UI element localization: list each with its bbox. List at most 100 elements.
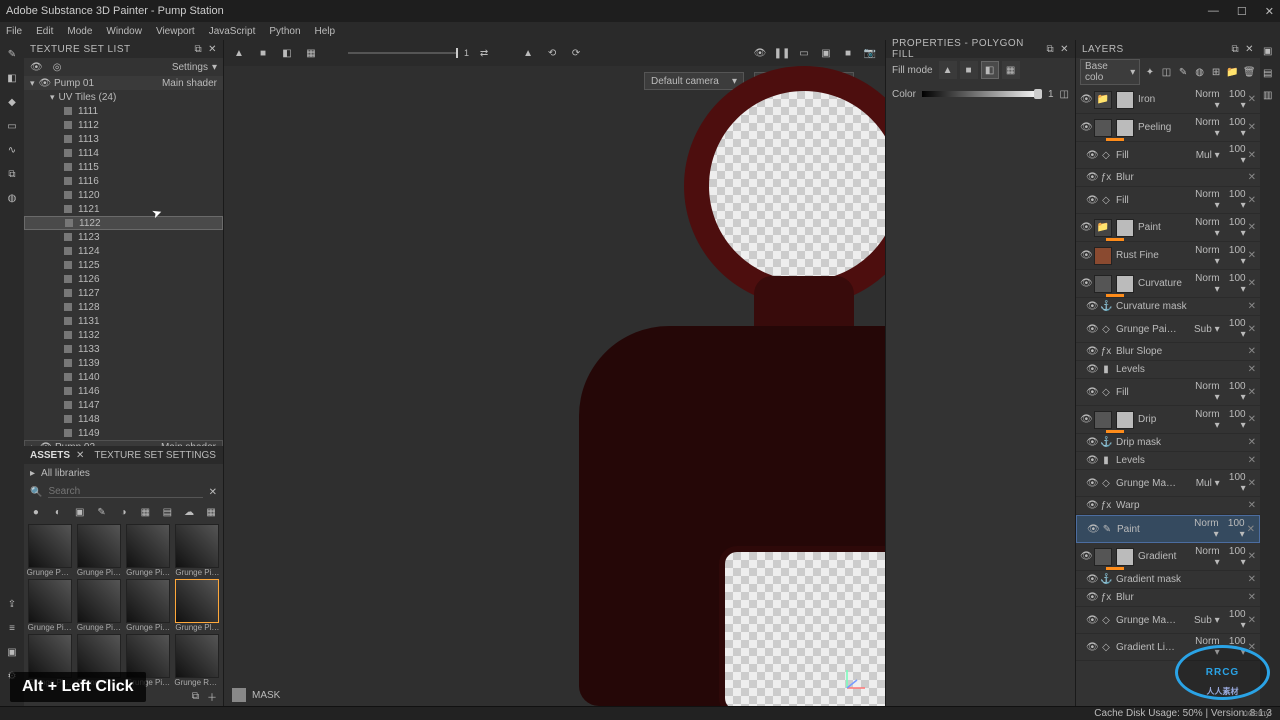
visibility-toggle-icon[interactable]: 👁	[1086, 172, 1096, 183]
asset-thumb[interactable]: Grunge Pi…	[125, 524, 172, 577]
uv-tile-1124[interactable]: 1124	[24, 244, 223, 258]
uv-fill-icon[interactable]: ▦	[302, 44, 320, 62]
cube-fill-icon[interactable]: ◧	[278, 44, 296, 62]
hide-helpers-icon[interactable]: 👁	[751, 44, 769, 62]
remove-effect-icon[interactable]: ✕	[1248, 172, 1256, 183]
visibility-toggle-icon[interactable]: 👁	[1086, 195, 1096, 206]
layer-levels[interactable]: 👁▮Levels✕	[1076, 452, 1260, 470]
sym-settings-icon[interactable]: ⟳	[567, 44, 585, 62]
asset-thumb[interactable]: Grunge Pi…	[75, 524, 122, 577]
render-icon[interactable]: ▣	[4, 644, 20, 660]
remove-effect-icon[interactable]: ✕	[1248, 278, 1256, 289]
render-vp-icon[interactable]: ■	[839, 44, 857, 62]
visibility-toggle-icon[interactable]: 👁	[1086, 574, 1096, 585]
menu-help[interactable]: Help	[315, 26, 336, 37]
visibility-toggle-icon[interactable]: 👁	[1086, 592, 1096, 603]
remove-effect-icon[interactable]: ✕	[1248, 364, 1256, 375]
opacity-value[interactable]: 100 ▾	[1222, 609, 1246, 631]
asset-thumb[interactable]: Grunge Pi…	[174, 524, 221, 577]
opacity-value[interactable]: 100 ▾	[1222, 144, 1246, 166]
material-tool-icon[interactable]: ◍	[4, 190, 20, 206]
add-asset-icon[interactable]: ＋	[207, 689, 217, 704]
fill-mesh-icon[interactable]: ◧	[981, 61, 999, 79]
opacity-value[interactable]: 100 ▾	[1222, 245, 1246, 267]
remove-effect-icon[interactable]: ✕	[1248, 387, 1256, 398]
layer-curvature-mask[interactable]: 👁⚓Curvature mask✕	[1076, 298, 1260, 316]
layer-gradient-mask[interactable]: 👁⚓Gradient mask✕	[1076, 571, 1260, 589]
layer-gradient[interactable]: 👁GradientNorm ▾100 ▾✕	[1076, 543, 1260, 571]
menu-file[interactable]: File	[6, 26, 22, 37]
layer-iron[interactable]: 👁📁IronNorm ▾100 ▾✕	[1076, 86, 1260, 114]
remove-effect-icon[interactable]: ✕	[1248, 615, 1256, 626]
opacity-value[interactable]: 100 ▾	[1222, 89, 1246, 111]
pause-icon[interactable]: ❚❚	[773, 44, 791, 62]
uv-tile-1149[interactable]: 1149	[24, 426, 223, 440]
opacity-value[interactable]: 100 ▾	[1222, 472, 1246, 494]
asset-thumb[interactable]: Grunge Pi…	[75, 579, 122, 632]
close-icon[interactable]: ✕	[1265, 5, 1274, 18]
close-assets-tab-icon[interactable]: ✕	[76, 450, 84, 461]
blend-mode[interactable]: Sub ▾	[1188, 615, 1220, 626]
color-slider[interactable]	[922, 91, 1042, 97]
remove-effect-icon[interactable]: ✕	[1248, 414, 1256, 425]
opacity-value[interactable]: 100 ▾	[1222, 117, 1246, 139]
layer-fill[interactable]: 👁◇FillNorm ▾100 ▾✕	[1076, 187, 1260, 214]
fill-uv-icon[interactable]: ▦	[1002, 61, 1020, 79]
visibility-toggle-icon[interactable]: 👁	[1086, 150, 1096, 161]
visibility-toggle-icon[interactable]: 👁	[1080, 94, 1090, 105]
visibility-toggle-icon[interactable]: 👁	[1086, 615, 1096, 626]
uv-tile-1114[interactable]: 1114	[24, 146, 223, 160]
opacity-value[interactable]: 100 ▾	[1222, 189, 1246, 211]
layer-grunge-pai-[interactable]: 👁◇Grunge Pai…Sub ▾100 ▾✕	[1076, 316, 1260, 343]
layer-fill[interactable]: 👁◇FillMul ▾100 ▾✕	[1076, 142, 1260, 169]
blend-mode[interactable]: Norm ▾	[1188, 189, 1220, 211]
visibility-toggle-icon[interactable]: 👁	[1086, 346, 1096, 357]
uv-tile-1131[interactable]: 1131	[24, 314, 223, 328]
grid-view-icon[interactable]: ▦	[205, 506, 217, 518]
fill-tri-icon[interactable]: ▲	[939, 61, 957, 79]
uv-tile-1140[interactable]: 1140	[24, 370, 223, 384]
asset-thumb[interactable]: Grunge Pi…	[125, 579, 172, 632]
remove-effect-icon[interactable]: ✕	[1248, 324, 1256, 335]
perspective-icon[interactable]: ▭	[795, 44, 813, 62]
tolerance-slider[interactable]	[348, 52, 458, 54]
uv-tile-1132[interactable]: 1132	[24, 328, 223, 342]
visibility-toggle-icon[interactable]: 👁	[1087, 524, 1097, 535]
docked-panel-icon[interactable]: ▣	[1263, 46, 1277, 60]
docked-panel-icon-3[interactable]: ▥	[1263, 90, 1277, 104]
layer-drip[interactable]: 👁DripNorm ▾100 ▾✕	[1076, 406, 1260, 434]
opacity-value[interactable]: 100 ▾	[1221, 518, 1245, 540]
visibility-toggle-icon[interactable]: 👁	[1080, 551, 1090, 562]
layer-blur[interactable]: 👁ƒxBlur✕	[1076, 169, 1260, 187]
blend-mode[interactable]: Mul ▾	[1188, 150, 1220, 161]
maximize-icon[interactable]: ☐	[1237, 5, 1247, 18]
opacity-value[interactable]: 100 ▾	[1222, 318, 1246, 340]
camera-dropdown[interactable]: Default camera▾	[644, 72, 744, 90]
uv-tile-1128[interactable]: 1128	[24, 300, 223, 314]
remove-effect-icon[interactable]: ✕	[1248, 574, 1256, 585]
minimize-icon[interactable]: —	[1208, 5, 1219, 18]
uv-tile-1121[interactable]: 1121	[24, 202, 223, 216]
layer-fill[interactable]: 👁◇FillNorm ▾100 ▾✕	[1076, 379, 1260, 406]
asset-thumb[interactable]: Grunge Pa…	[26, 524, 73, 577]
channel-select[interactable]: Base colo▾	[1080, 59, 1140, 85]
link-icon[interactable]: ⇄	[475, 44, 493, 62]
projection-tool-icon[interactable]: ◆	[4, 94, 20, 110]
uv-tile-1123[interactable]: 1123	[24, 230, 223, 244]
visibility-toggle-icon[interactable]: 👁	[1086, 455, 1096, 466]
remove-effect-icon[interactable]: ✕	[1248, 346, 1256, 357]
filter-filter-icon[interactable]: ▤	[161, 506, 173, 518]
blend-mode[interactable]: Norm ▾	[1187, 518, 1219, 540]
blend-mode[interactable]: Norm ▾	[1188, 217, 1220, 239]
asset-thumb[interactable]: Grunge Ro…	[174, 634, 221, 687]
remove-effect-icon[interactable]: ✕	[1248, 592, 1256, 603]
visibility-toggle-icon[interactable]: 👁	[1080, 414, 1090, 425]
clear-search-icon[interactable]: ✕	[209, 487, 217, 498]
layer-curvature[interactable]: 👁CurvatureNorm ▾100 ▾✕	[1076, 270, 1260, 298]
layer-levels[interactable]: 👁▮Levels✕	[1076, 361, 1260, 379]
remove-effect-icon[interactable]: ✕	[1248, 195, 1256, 206]
menu-viewport[interactable]: Viewport	[156, 26, 195, 37]
visibility-toggle-icon[interactable]: 👁	[1086, 642, 1096, 653]
opacity-value[interactable]: 100 ▾	[1222, 381, 1246, 403]
add-fill-layer-icon[interactable]: ◍	[1193, 65, 1207, 79]
